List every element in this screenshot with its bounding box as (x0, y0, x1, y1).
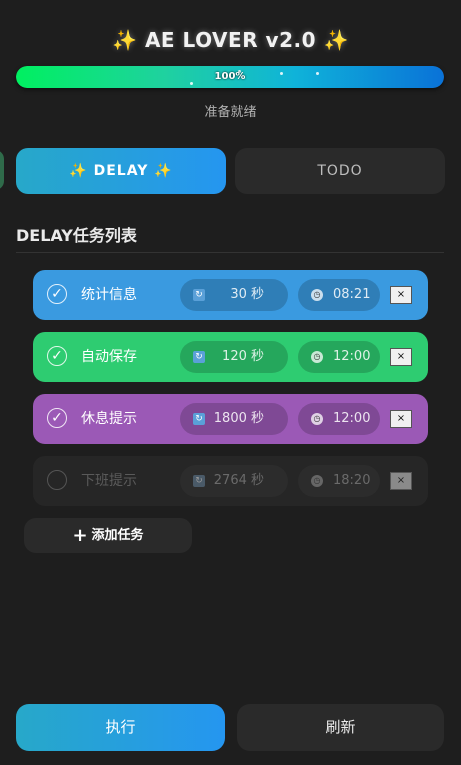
add-task-label: 添加任务 (91, 528, 144, 543)
clock-icon: ◷ (311, 413, 323, 425)
refresh-icon: ↻ (193, 413, 205, 425)
task-row: ✓ 自动保存 ↻ 120 秒 ◷ 12:00 × (33, 332, 428, 382)
interval-field[interactable]: ↻ 120 秒 (180, 341, 288, 373)
task-name: 休息提示 (81, 411, 137, 427)
sparkle-icon: ✨ (154, 163, 173, 179)
unchecked-circle-icon[interactable] (47, 470, 67, 490)
divider (16, 252, 444, 253)
delete-button[interactable]: × (390, 348, 412, 366)
delete-button[interactable]: × (390, 410, 412, 428)
delete-button[interactable]: × (390, 286, 412, 304)
tab-todo[interactable]: TODO (235, 148, 445, 194)
interval-value: 1800 秒 (213, 411, 264, 426)
time-field[interactable]: ◷ 08:21 (298, 279, 380, 311)
check-icon[interactable]: ✓ (47, 346, 67, 366)
sparkle-icon: ✨ (112, 28, 138, 52)
run-button[interactable]: 执行 (16, 704, 225, 751)
side-handle[interactable] (0, 150, 4, 190)
delete-button[interactable]: × (390, 472, 412, 490)
interval-field[interactable]: ↻ 1800 秒 (180, 403, 288, 435)
sparkle-icon: ✨ (323, 28, 349, 52)
clock-icon: ◷ (311, 289, 323, 301)
task-name: 下班提示 (81, 473, 137, 489)
task-name: 自动保存 (81, 349, 137, 365)
app-title: ✨ AE LOVER v2.0 ✨ (0, 28, 461, 52)
refresh-button[interactable]: 刷新 (237, 704, 444, 751)
time-value: 12:00 (333, 411, 371, 426)
interval-value: 120 秒 (222, 349, 264, 364)
progress-bar: 100% (16, 66, 444, 88)
progress-label: 100% (214, 71, 246, 82)
tab-delay[interactable]: ✨ DELAY ✨ (16, 148, 226, 194)
tab-todo-label: TODO (317, 163, 363, 179)
check-icon[interactable]: ✓ (47, 284, 67, 304)
status-text: 准备就绪 (204, 105, 257, 120)
tab-delay-label: DELAY (93, 163, 149, 179)
check-icon[interactable]: ✓ (47, 408, 67, 428)
interval-field[interactable]: ↻ 2764 秒 (180, 465, 288, 497)
interval-value: 2764 秒 (213, 473, 264, 488)
task-row: ✓ 统计信息 ↻ 30 秒 ◷ 08:21 × (33, 270, 428, 320)
task-name: 统计信息 (81, 287, 137, 303)
plus-icon: + (72, 525, 88, 546)
add-task-button[interactable]: + 添加任务 (24, 518, 192, 553)
time-field[interactable]: ◷ 18:20 (298, 465, 380, 497)
interval-value: 30 秒 (230, 287, 264, 302)
time-field[interactable]: ◷ 12:00 (298, 341, 380, 373)
section-title: DELAY任务列表 (16, 226, 137, 245)
time-value: 12:00 (333, 349, 371, 364)
time-value: 08:21 (333, 287, 371, 302)
app-title-text: AE LOVER v2.0 (144, 28, 317, 52)
task-row: 下班提示 ↻ 2764 秒 ◷ 18:20 × (33, 456, 428, 506)
time-value: 18:20 (333, 473, 371, 488)
refresh-icon: ↻ (193, 289, 205, 301)
refresh-icon: ↻ (193, 351, 205, 363)
clock-icon: ◷ (311, 351, 323, 363)
sparkle-icon: ✨ (69, 163, 88, 179)
time-field[interactable]: ◷ 12:00 (298, 403, 380, 435)
refresh-icon: ↻ (193, 475, 205, 487)
task-row: ✓ 休息提示 ↻ 1800 秒 ◷ 12:00 × (33, 394, 428, 444)
interval-field[interactable]: ↻ 30 秒 (180, 279, 288, 311)
clock-icon: ◷ (311, 475, 323, 487)
